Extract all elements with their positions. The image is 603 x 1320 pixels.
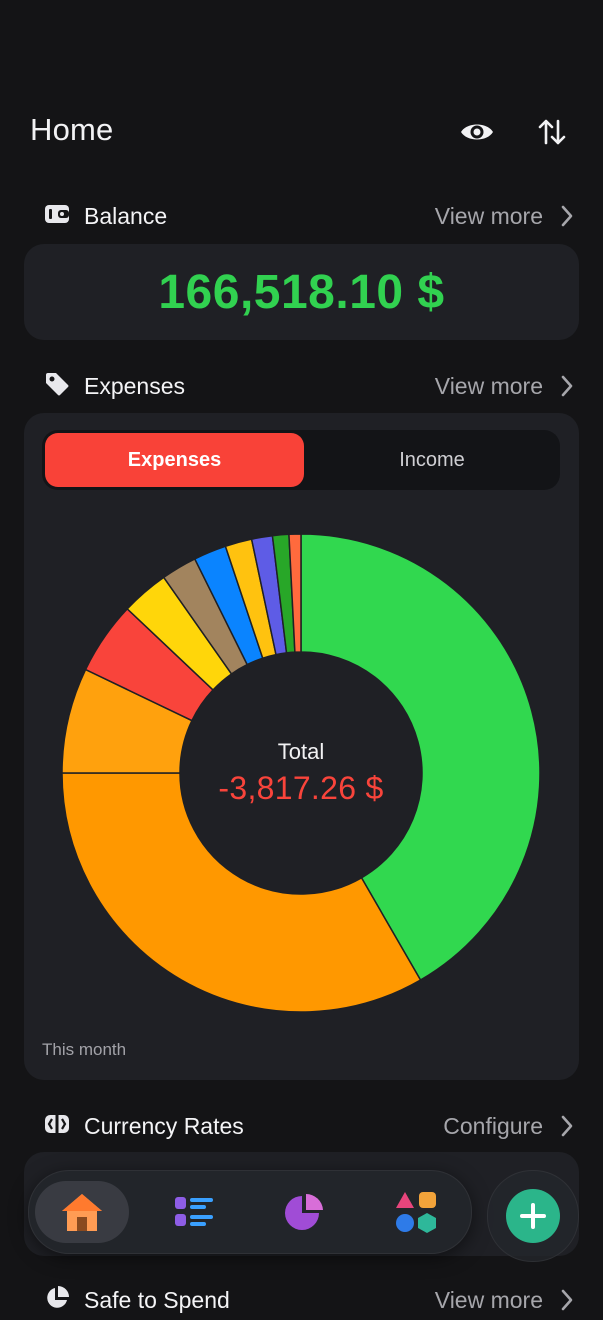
currency-configure[interactable]: Configure [443, 1113, 573, 1140]
nav-statistics[interactable] [257, 1181, 351, 1243]
period-label: This month [42, 1040, 127, 1059]
currency-header: Currency Rates Configure [44, 1106, 573, 1146]
plus-icon [520, 1203, 546, 1229]
currency-exchange-icon [44, 1113, 70, 1140]
add-transaction-button[interactable] [506, 1189, 560, 1243]
nav-transactions[interactable] [147, 1181, 241, 1243]
total-label: Total [277, 739, 325, 764]
safe-header: Safe to Spend View more [44, 1280, 573, 1320]
add-button-container [487, 1170, 579, 1262]
chevron-right-icon [561, 1115, 573, 1137]
shapes-icon [396, 1192, 436, 1233]
safe-view-more[interactable]: View more [435, 1287, 573, 1314]
safe-label: Safe to Spend [84, 1286, 230, 1313]
currency-label: Currency Rates [84, 1112, 244, 1139]
tab-bar [28, 1170, 472, 1254]
expenses-donut-chart[interactable] [0, 0, 603, 1100]
total-value: -3,817.26 $ [218, 770, 384, 806]
pie-chart-icon [285, 1194, 323, 1230]
nav-home[interactable] [35, 1181, 129, 1243]
home-icon [62, 1194, 102, 1231]
nav-more[interactable] [369, 1181, 463, 1243]
chevron-right-icon [561, 1289, 573, 1311]
list-icon [175, 1197, 213, 1226]
